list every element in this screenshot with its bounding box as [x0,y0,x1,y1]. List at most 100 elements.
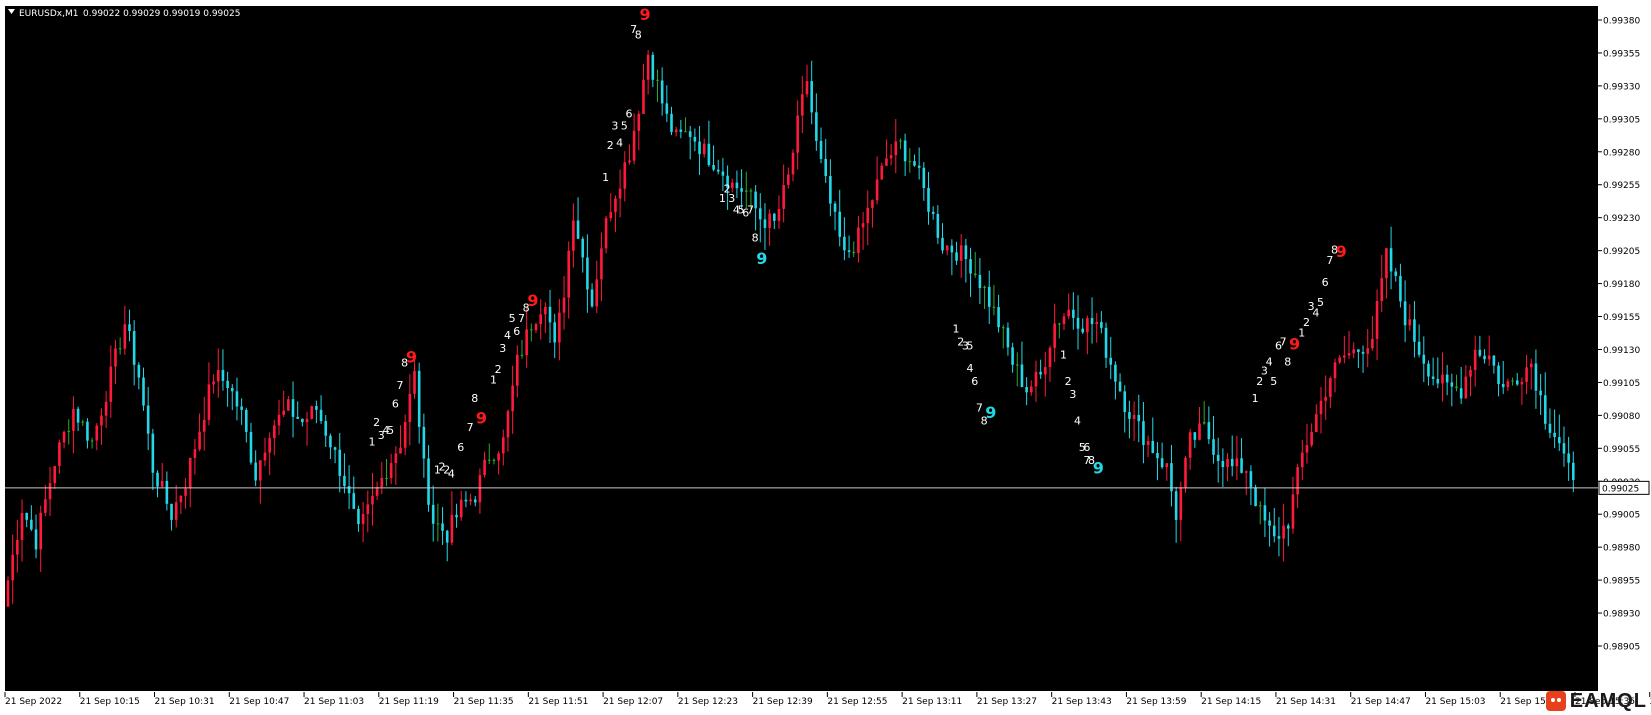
candle-body [1160,458,1164,468]
candle-body [277,414,281,426]
candle-body [852,251,856,253]
candle-body [1413,319,1416,342]
candle-body [291,399,295,417]
candle-body [86,421,89,441]
candle-body [1347,353,1351,356]
time-axis: 21 Sep 2022 21 Sep 10:15 21 Sep 10:31 21 Se… [4,692,1651,707]
candle-body [1072,309,1075,318]
candle-body [520,354,524,356]
candle-body [894,141,898,156]
candle-body [338,449,342,476]
candle-body [487,459,491,461]
td-count-label: 6 [392,397,399,410]
candle-body [553,322,556,343]
candle-body [352,493,356,509]
candle-body [1338,357,1341,363]
candle-body [1067,309,1070,317]
candle-body [1572,462,1575,480]
candle-body [810,81,813,113]
candle-body [721,171,725,176]
candle-body [357,508,360,525]
candle-body [30,519,33,530]
td-count-label: 6 [625,108,632,121]
x-tick-label: 21 Sep 13:27 [977,697,1037,707]
candle-body [347,486,351,494]
y-tick-label: 0.99230 [1603,214,1640,224]
candle-body [76,408,80,423]
candle-body [1156,452,1159,459]
candle-body [123,324,127,349]
y-tick-label: 0.99130 [1603,346,1640,356]
candle-body [1324,396,1327,401]
candle-body [679,129,683,132]
candle-body [1230,458,1234,467]
candle-body [389,463,393,479]
chart-window[interactable]: 1234567891224678912345678912345678912345… [0,0,1651,715]
candle-body [1258,505,1262,507]
candle-body [707,143,711,165]
candle-body [1310,432,1313,446]
candle-body [1263,505,1267,521]
candle-body [315,406,318,410]
candle-body [1515,380,1519,385]
candle-body [562,297,566,313]
candle-body [1478,349,1482,356]
candle-body [1366,348,1370,354]
candle-body [44,499,47,513]
candle [6,576,10,607]
candle-body [833,203,837,212]
candle-body [931,211,935,214]
candle [604,215,608,254]
candle-body [1301,452,1304,468]
candle-body [1361,351,1365,354]
candle-body [637,113,641,131]
candle-body [478,475,482,503]
candle-body [604,218,608,249]
td-count-label: 1 [602,171,609,184]
candle-body [642,79,645,114]
candle-body [740,188,743,192]
candle-body [1090,318,1094,325]
candle-body [137,364,141,378]
candle-body [530,329,533,331]
candle-body [576,220,580,239]
watermark-text: EAMQL [1569,689,1647,712]
candle-body [815,112,818,141]
candle-body [58,442,61,467]
td-count-label: 4 [504,329,511,342]
candle-body [997,307,1000,328]
td-count-label: 2 [1303,316,1310,329]
candle-body [1567,453,1570,463]
candle-body [1511,380,1514,382]
candle-body [25,513,28,520]
candle-body [1291,494,1295,529]
y-tick-label: 0.99330 [1603,82,1640,92]
current-price-tag: 0.99025 [1598,480,1650,495]
candle-body [11,554,14,581]
candle-body [1207,422,1211,440]
candle-body [674,129,678,133]
candle-body [1202,422,1206,424]
candle-body [1053,323,1056,348]
current-price-value: 0.99025 [1602,484,1639,494]
candle-body [305,418,309,423]
td-count-label: 4 [967,362,974,375]
td-count-label: 8 [635,28,642,41]
td-count-label: 8 [1284,355,1291,368]
candle-body [1380,278,1384,302]
price-chart[interactable]: 1234567891224678912345678912345678912345… [0,0,1651,715]
td-count-label: 2 [495,363,502,376]
candle-body [950,245,954,253]
candle-body [829,175,832,204]
robot-face-icon [1545,691,1566,711]
candle-body [417,370,421,427]
candle-body [973,273,977,275]
candle-body [1151,440,1155,453]
candle-body [100,415,103,426]
x-tick-label: 21 Sep 2022 [5,697,62,707]
td-count-label: 7 [976,401,983,414]
candle-body [1492,355,1496,366]
candle-body [632,130,636,161]
candle-body [1450,382,1454,387]
candle-body [516,354,519,386]
